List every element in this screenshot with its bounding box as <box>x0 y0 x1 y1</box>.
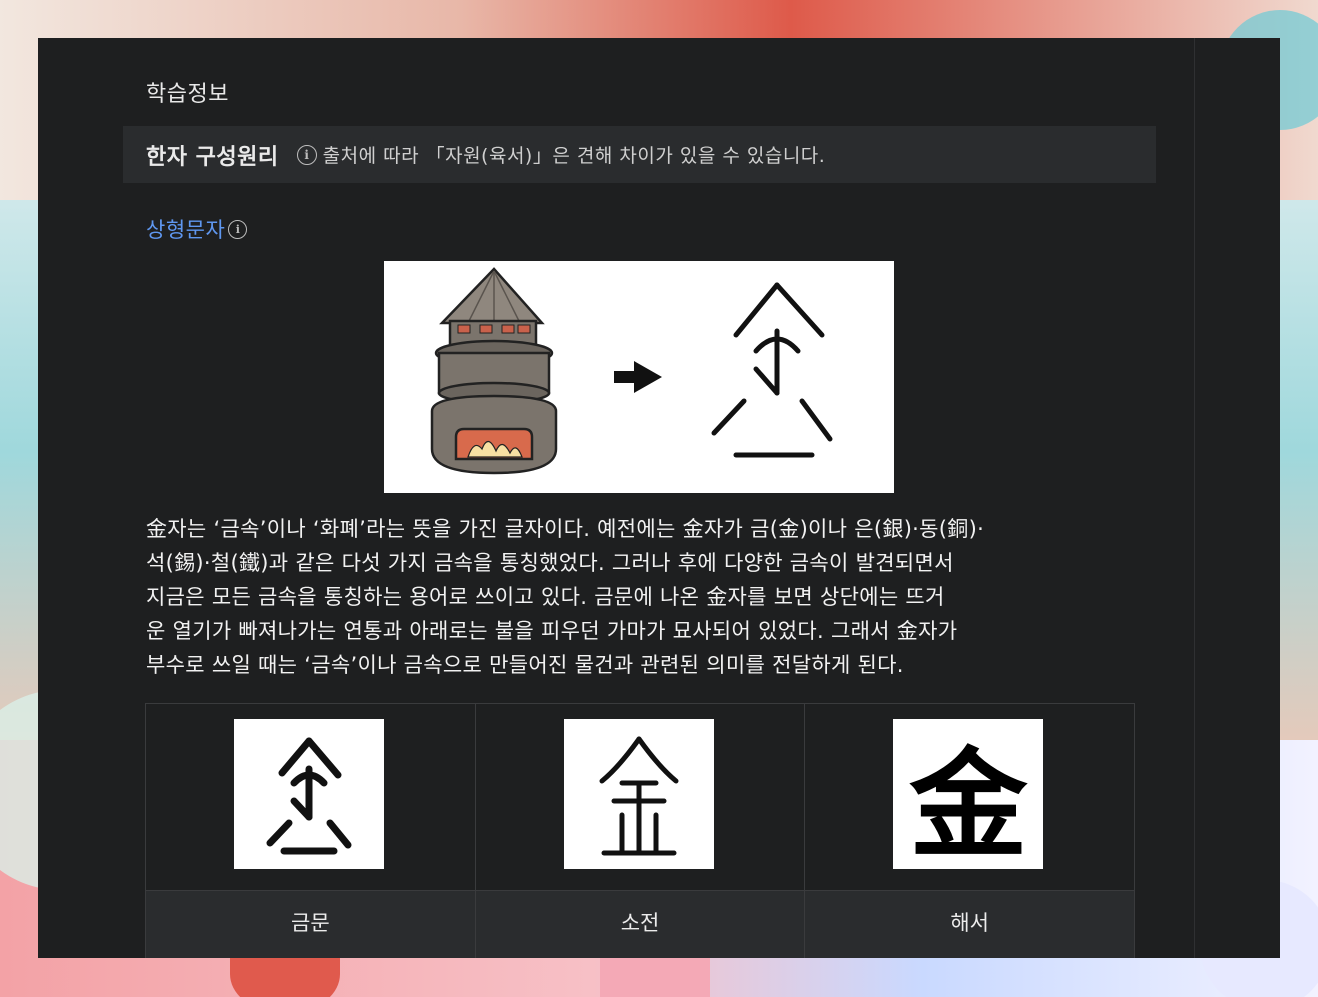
script-cell-haeseo: 金 해서 <box>805 704 1135 958</box>
section-title: 학습정보 <box>146 82 229 107</box>
description-line: 운 열기가 빠져나가는 연통과 아래로는 불을 피우던 가마가 묘사되어 있었다… <box>146 619 958 643</box>
composition-note: 출처에 따라 「자원(육서)」은 견해 차이가 있을 수 있습니다. <box>322 145 826 167</box>
description-line: 석(錫)·철(鐵)과 같은 다섯 가지 금속을 통칭했었다. 그러나 후에 다양… <box>146 551 954 575</box>
category: 상형문자 i <box>146 214 248 244</box>
script-forms-table: 금문 소전 金 해서 <box>145 703 1135 958</box>
divider <box>1194 38 1195 958</box>
category-link[interactable]: 상형문자 <box>146 214 225 244</box>
haeseo-glyph: 金 <box>893 719 1044 874</box>
script-label: 해서 <box>805 890 1135 958</box>
script-cell-geumun: 금문 <box>146 704 476 958</box>
composition-label: 한자 구성원리 <box>146 144 279 170</box>
sojeon-glyph <box>563 719 714 869</box>
haeseo-character: 金 <box>909 734 1028 874</box>
script-cell-sojeon: 소전 <box>475 704 806 958</box>
arrow-right-icon <box>614 361 662 393</box>
geumun-glyph <box>234 719 384 869</box>
description-line: 지금은 모든 금속을 통칭하는 용어로 쓰이고 있다. 금문에 나온 金자를 보… <box>146 585 945 609</box>
script-label: 금문 <box>146 890 475 958</box>
furnace-image <box>430 267 558 475</box>
composition-bar: 한자 구성원리 i 출처에 따라 「자원(육서)」은 견해 차이가 있을 수 있… <box>123 126 1156 183</box>
info-icon[interactable]: i <box>296 144 317 165</box>
bronze-glyph <box>711 282 833 458</box>
script-label: 소전 <box>475 890 805 958</box>
description-line: 부수로 쓰일 때는 ‘금속’이나 금속으로 만들어진 물건과 관련된 의미를 전… <box>146 653 904 677</box>
info-icon[interactable]: i <box>228 219 248 239</box>
description-line: 金자는 ‘금속’이나 ‘화폐’라는 뜻을 가진 글자이다. 예전에는 金자가 금… <box>146 517 985 541</box>
learning-info-panel: 학습정보 한자 구성원리 i 출처에 따라 「자원(육서)」은 견해 차이가 있… <box>38 38 1280 958</box>
etymology-illustration <box>384 261 894 493</box>
description: 金자는 ‘금속’이나 ‘화폐’라는 뜻을 가진 글자이다. 예전에는 金자가 금… <box>146 512 1136 682</box>
